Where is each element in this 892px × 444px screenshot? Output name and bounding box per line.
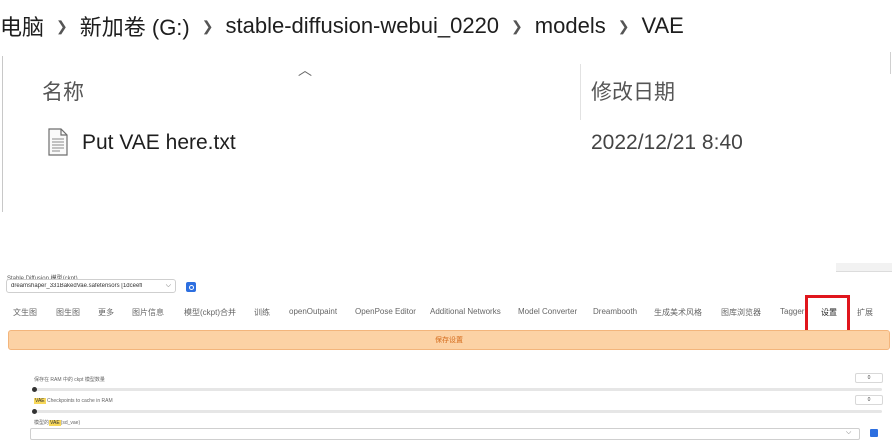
tab-style-generator[interactable]: 生成美术风格 — [654, 307, 702, 318]
tab-tagger[interactable]: Tagger — [780, 307, 804, 316]
save-settings-label: 保存设置 — [435, 337, 463, 344]
settings-tab-highlight-box — [805, 295, 850, 333]
tab-img2img[interactable]: 图生图 — [56, 307, 80, 318]
column-divider[interactable] — [580, 64, 581, 120]
sort-ascending-icon: ︿ — [298, 62, 312, 78]
vae-cache-label-text: Checkpoints to cache in RAM — [45, 398, 113, 404]
setting-label-ckpt-cache: 保存在 RAM 中的 ckpt 模型数量 — [34, 377, 105, 383]
tab-txt2img[interactable]: 文生图 — [13, 307, 37, 318]
column-header-name[interactable]: 名称 — [42, 76, 84, 106]
sd-vae-label-suffix: (sd_vae) — [60, 420, 81, 426]
tab-bar: 文生图 图生图 更多 图片信息 模型(ckpt)合并 训练 openOutpai… — [0, 307, 892, 327]
vae-cache-slider-track[interactable] — [34, 410, 882, 413]
tab-extensions[interactable]: 扩展 — [857, 307, 873, 318]
vae-cache-slider-thumb[interactable] — [32, 409, 37, 414]
breadcrumb-item-models[interactable]: models — [535, 13, 606, 39]
vae-tag: VAE — [34, 398, 46, 404]
tab-checkpoint-merger[interactable]: 模型(ckpt)合并 — [184, 307, 236, 318]
tab-train[interactable]: 训练 — [254, 307, 270, 318]
chevron-right-icon[interactable]: ❯ — [511, 18, 523, 35]
pane-border — [890, 52, 891, 74]
ckpt-cache-slider-track[interactable] — [34, 388, 882, 391]
setting-label-sd-vae: 模型的VAE(sd_vae) — [34, 419, 80, 426]
chevron-right-icon[interactable]: ❯ — [56, 18, 68, 35]
breadcrumb: 电脑 ❯ 新加卷 (G:) ❯ stable-diffusion-webui_0… — [0, 0, 892, 52]
vae-tag: VAE — [49, 420, 61, 426]
file-date-modified: 2022/12/21 8:40 — [591, 131, 743, 154]
tab-openoutpaint[interactable]: openOutpaint — [289, 307, 337, 316]
breadcrumb-item-drive[interactable]: 新加卷 (G:) — [80, 10, 190, 42]
setting-label-vae-cache: VAE Checkpoints to cache in RAM — [34, 398, 113, 404]
text-file-icon — [48, 128, 68, 156]
vae-cache-number-input[interactable]: 0 — [855, 395, 883, 405]
chevron-down-icon: ⌵ — [846, 429, 852, 436]
column-header-date-modified[interactable]: 修改日期 — [591, 76, 675, 106]
pane-border — [2, 56, 3, 212]
breadcrumb-item-vae[interactable]: VAE — [641, 13, 683, 39]
window-strip — [836, 263, 892, 272]
tab-png-info[interactable]: 图片信息 — [132, 307, 164, 318]
save-settings-button[interactable]: 保存设置 — [8, 330, 890, 350]
sd-vae-label-prefix: 模型的 — [34, 420, 50, 426]
chevron-right-icon[interactable]: ❯ — [618, 18, 630, 35]
tab-model-converter[interactable]: Model Converter — [518, 307, 577, 316]
refresh-icon[interactable] — [186, 282, 196, 292]
tab-openpose-editor[interactable]: OpenPose Editor — [355, 307, 416, 316]
sd-vae-dropdown[interactable] — [30, 428, 860, 440]
tab-extras[interactable]: 更多 — [98, 307, 114, 318]
ckpt-cache-slider-thumb[interactable] — [32, 387, 37, 392]
breadcrumb-item-webui-folder[interactable]: stable-diffusion-webui_0220 — [225, 13, 499, 39]
breadcrumb-item-pc[interactable]: 电脑 — [0, 10, 44, 42]
file-name[interactable]: Put VAE here.txt — [82, 131, 236, 155]
tab-dreambooth[interactable]: Dreambooth — [593, 307, 637, 316]
checkpoint-value: dreamshaper_331BakedVae.safetensors [1dc… — [11, 283, 143, 289]
checkpoint-dropdown[interactable]: dreamshaper_331BakedVae.safetensors [1dc… — [6, 279, 176, 293]
tab-image-browser[interactable]: 图库浏览器 — [721, 307, 761, 318]
webui-settings-pane — [0, 268, 892, 444]
chevron-down-icon: ⌵ — [165, 282, 171, 289]
refresh-icon[interactable] — [870, 429, 878, 437]
chevron-right-icon[interactable]: ❯ — [202, 18, 214, 35]
ckpt-cache-number-input[interactable]: 0 — [855, 373, 883, 383]
tab-additional-networks[interactable]: Additional Networks — [430, 307, 501, 316]
